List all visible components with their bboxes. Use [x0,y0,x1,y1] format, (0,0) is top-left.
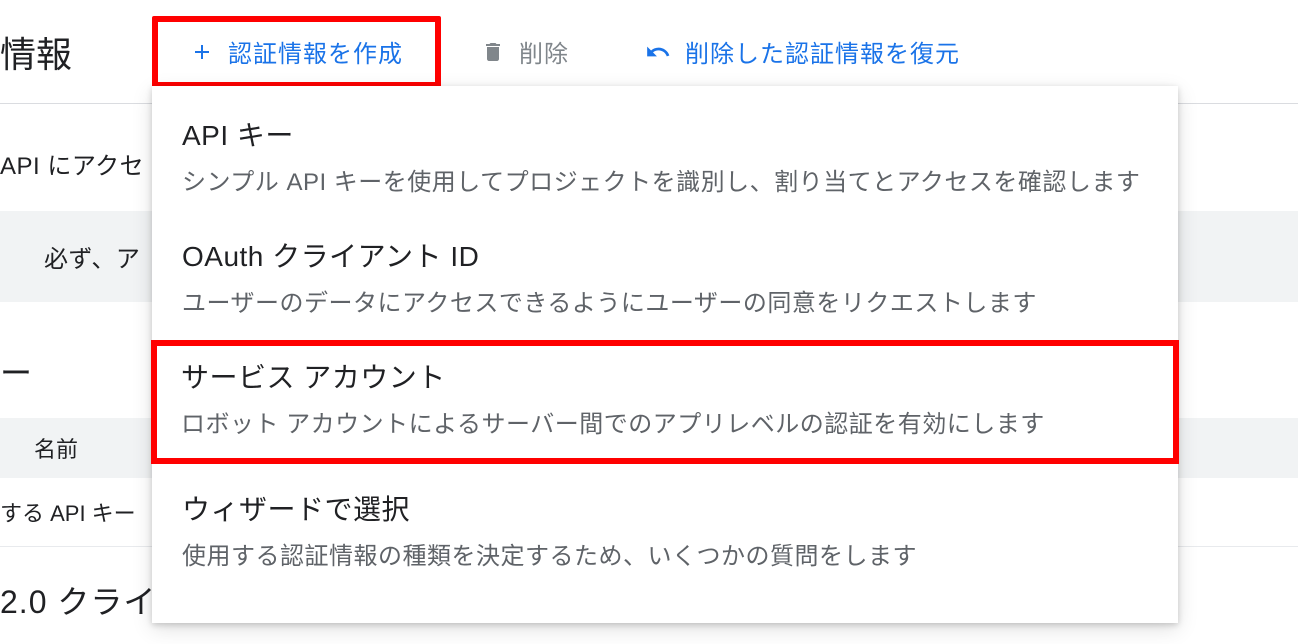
dropdown-item-title: OAuth クライアント ID [182,235,1148,275]
dropdown-item-title: API キー [182,114,1148,154]
dropdown-item-desc: 使用する認証情報の種類を決定するため、いくつかの質問をします [182,538,1148,575]
dropdown-item-api-key[interactable]: API キー シンプル API キーを使用してプロジェクトを識別し、割り当てとア… [152,98,1178,219]
dropdown-item-wizard[interactable]: ウィザードで選択 使用する認証情報の種類を決定するため、いくつかの質問をします [152,464,1178,593]
dropdown-item-oauth-client[interactable]: OAuth クライアント ID ユーザーのデータにアクセスできるようにユーザーの… [152,219,1178,340]
dropdown-item-desc: ロボット アカウントによるサーバー間でのアプリレベルの認証を有効にします [181,406,1149,443]
dropdown-item-desc: ユーザーのデータにアクセスできるようにユーザーの同意をリクエストします [182,285,1148,322]
create-credentials-button[interactable]: 認証情報を作成 [168,22,425,82]
delete-label: 削除 [519,34,569,69]
dropdown-item-title: サービス アカウント [181,356,1149,396]
dropdown-item-title: ウィザードで選択 [182,488,1148,528]
plus-icon [190,40,214,64]
create-credentials-dropdown: API キー シンプル API キーを使用してプロジェクトを識別し、割り当てとア… [152,86,1178,623]
page-title: 情報 [0,26,112,78]
restore-button[interactable]: 削除した認証情報を復元 [623,22,982,82]
delete-button[interactable]: 削除 [459,22,591,82]
create-credentials-label: 認証情報を作成 [228,34,403,69]
restore-label: 削除した認証情報を復元 [685,34,960,69]
dropdown-item-service-account[interactable]: サービス アカウント ロボット アカウントによるサーバー間でのアプリレベルの認証… [151,340,1179,463]
undo-icon [645,39,671,65]
dropdown-item-desc: シンプル API キーを使用してプロジェクトを識別し、割り当てとアクセスを確認し… [182,164,1148,201]
create-credentials-highlight: 認証情報を作成 [152,16,441,88]
trash-icon [481,40,505,64]
